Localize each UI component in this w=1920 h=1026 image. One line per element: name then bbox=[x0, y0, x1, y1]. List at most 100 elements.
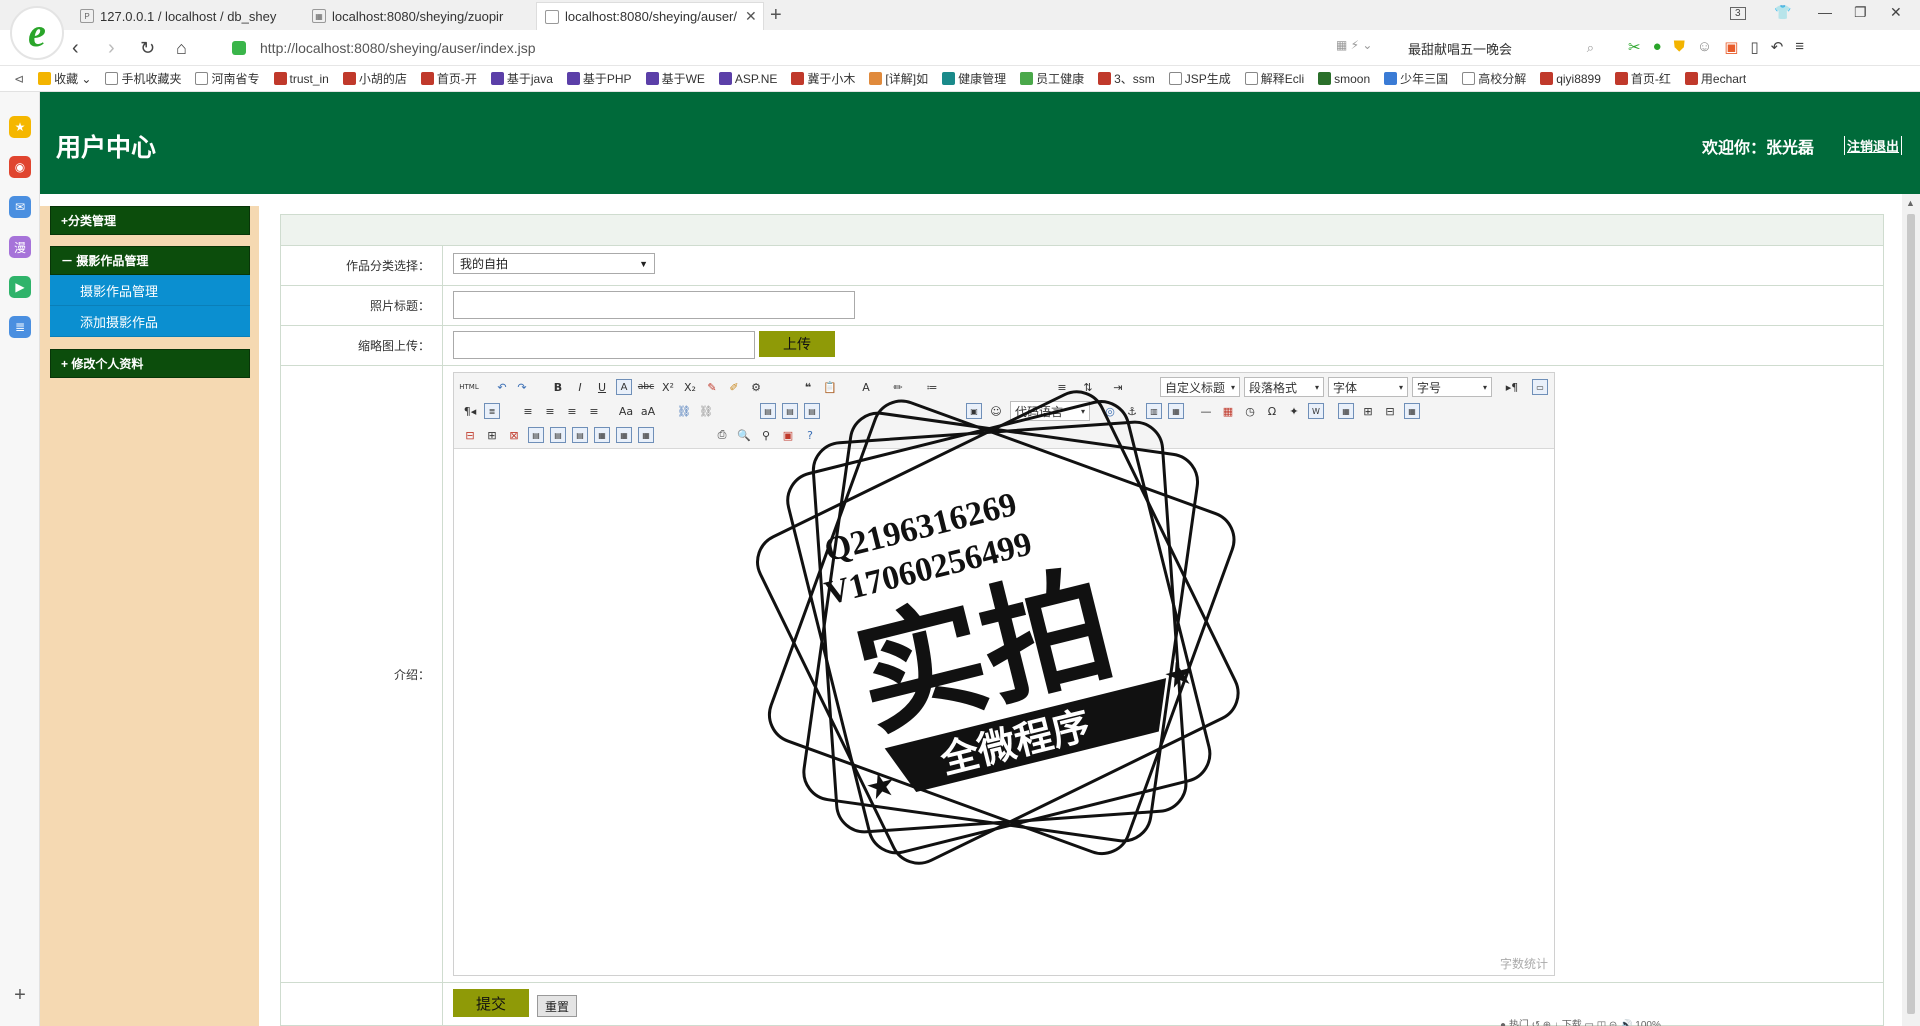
template-icon[interactable]: ▥ bbox=[1146, 403, 1162, 419]
split-cell-icon[interactable]: ▤ bbox=[528, 427, 544, 443]
image-float-icon[interactable]: ▤ bbox=[760, 403, 776, 419]
bookmark-item[interactable]: 手机收藏夹 bbox=[105, 70, 181, 87]
new-tab-button[interactable]: + bbox=[770, 3, 782, 27]
bookmark-item[interactable]: 小胡的店 bbox=[342, 70, 407, 87]
browser-tab-auser[interactable]: localhost:8080/sheying/auser/ ✕ bbox=[536, 2, 764, 30]
insert-row-icon[interactable]: ⊞ bbox=[1360, 403, 1376, 419]
bookmark-item[interactable]: smoon bbox=[1318, 72, 1370, 86]
bookmark-item[interactable]: 冀于小木 bbox=[791, 70, 855, 87]
submit-button[interactable]: 提交 bbox=[453, 989, 529, 1017]
table-props-icon[interactable]: ▦ bbox=[1404, 403, 1420, 419]
restore-icon[interactable]: ❐ bbox=[1854, 4, 1867, 21]
home-icon[interactable]: ⌂ bbox=[176, 36, 187, 60]
close-tab-icon[interactable]: ✕ bbox=[745, 8, 757, 25]
photo-title-input[interactable] bbox=[453, 291, 855, 319]
back-icon[interactable]: ‹ bbox=[72, 36, 79, 60]
format-brush-icon[interactable]: ✐ bbox=[726, 379, 742, 395]
custom-title-combo[interactable]: 自定义标题 ▾ bbox=[1160, 377, 1240, 397]
highlight-icon[interactable]: ✏ bbox=[890, 379, 906, 395]
mail-icon[interactable]: ✉ bbox=[9, 196, 31, 218]
search-icon[interactable]: ⌕ bbox=[1587, 40, 1594, 56]
bookmark-item[interactable]: JSP生成 bbox=[1168, 70, 1231, 87]
bookmark-item[interactable]: 少年三国 bbox=[1384, 70, 1448, 87]
delete-col-icon[interactable]: ⊞ bbox=[484, 427, 500, 443]
insert-col-icon[interactable]: ⊟ bbox=[1382, 403, 1398, 419]
insert-table-icon[interactable]: ▦ bbox=[1338, 403, 1354, 419]
bookmark-item[interactable]: 首页-开 bbox=[420, 70, 477, 87]
font-family-combo[interactable]: 字体 ▾ bbox=[1328, 377, 1408, 397]
editor-content-area[interactable] bbox=[454, 450, 1554, 950]
bookmark-item[interactable]: 首页-红 bbox=[1614, 70, 1671, 87]
notes-icon[interactable]: ≣ bbox=[9, 316, 31, 338]
tab-count-badge[interactable]: 3 bbox=[1730, 7, 1746, 20]
bookmark-item[interactable]: 员工健康 bbox=[1020, 70, 1084, 87]
paragraph-spacing-icon[interactable]: ⇅ bbox=[1080, 379, 1096, 395]
chat-icon[interactable]: ☺ bbox=[1697, 38, 1712, 56]
emoticon-icon[interactable]: ☺ bbox=[988, 403, 1004, 419]
ordered-list-icon[interactable]: ≔ bbox=[924, 379, 940, 395]
html-source-icon[interactable]: HTML bbox=[458, 379, 480, 395]
redo-icon[interactable]: ↷ bbox=[514, 379, 530, 395]
undo-icon[interactable]: ↶ bbox=[494, 379, 510, 395]
bookmark-item[interactable]: trust_in bbox=[273, 72, 329, 86]
close-window-icon[interactable]: ✕ bbox=[1890, 4, 1902, 21]
category-select[interactable]: 我的自拍 ▼ bbox=[453, 253, 655, 274]
bookmark-item[interactable]: qiyi8899 bbox=[1540, 72, 1601, 86]
scroll-thumb[interactable] bbox=[1907, 214, 1915, 1014]
delete-table-icon[interactable]: ▦ bbox=[638, 427, 654, 443]
bookmark-item[interactable]: 收藏 ⌄ bbox=[38, 70, 91, 87]
map-icon[interactable]: ✦ bbox=[1286, 403, 1302, 419]
menu-photo-works[interactable]: － 摄影作品管理 bbox=[50, 246, 250, 275]
rtl-icon[interactable]: ▸¶ bbox=[1504, 379, 1520, 395]
rich-text-editor[interactable]: HTML ↶ ↷ B I U A abc X² X₂ ✎ ✐ ⚙ ❝ 📋 A ✏… bbox=[453, 372, 1555, 976]
bookmark-item[interactable]: 3、ssm bbox=[1098, 70, 1155, 87]
justify-icon[interactable]: ≡ bbox=[586, 403, 602, 419]
auto-format-icon[interactable]: ⚙ bbox=[748, 379, 764, 395]
menu-edit-profile[interactable]: + 修改个人资料 bbox=[50, 349, 250, 378]
ltr-icon[interactable]: ¶◂ bbox=[462, 403, 478, 419]
bookmark-item[interactable]: [详解]如 bbox=[869, 70, 928, 87]
block-icon[interactable]: ≣ bbox=[484, 403, 500, 419]
quote-icon[interactable]: ❝ bbox=[800, 379, 816, 395]
shirt-icon[interactable]: 👕 bbox=[1774, 4, 1791, 21]
scroll-up-icon[interactable]: ▲ bbox=[1906, 198, 1915, 208]
minimize-icon[interactable]: — bbox=[1818, 4, 1832, 20]
bookmark-item[interactable]: ASP.NE bbox=[718, 72, 777, 86]
menu-icon[interactable]: ≡ bbox=[1795, 38, 1804, 56]
subscript-icon[interactable]: X₂ bbox=[682, 379, 698, 395]
fullscreen-icon[interactable]: ▭ bbox=[1532, 379, 1548, 395]
strikethrough-icon[interactable]: abc bbox=[638, 379, 654, 395]
favorites-icon[interactable]: ★ bbox=[9, 116, 31, 138]
logout-link[interactable]: 注销退出 bbox=[1844, 136, 1903, 155]
word-image-icon[interactable]: W bbox=[1308, 403, 1324, 419]
weibo-icon[interactable]: ◉ bbox=[9, 156, 31, 178]
bookmark-item[interactable]: 基于PHP bbox=[566, 70, 632, 87]
shield-icon[interactable]: ⛊ bbox=[1674, 38, 1685, 56]
font-size-combo[interactable]: 字号 ▾ bbox=[1412, 377, 1492, 397]
browser-tab-phpmyadmin[interactable]: P 127.0.0.1 / localhost / db_shey bbox=[72, 2, 298, 30]
print-icon[interactable]: ⎙ bbox=[714, 427, 730, 443]
comic-icon[interactable]: 漫 bbox=[9, 236, 31, 258]
align-left-icon[interactable]: ≡ bbox=[520, 403, 536, 419]
link-icon[interactable]: ⛓ bbox=[676, 403, 692, 419]
merge-cells-icon[interactable]: ⊠ bbox=[506, 427, 522, 443]
code-language-combo[interactable]: 代码语言 ▾ bbox=[1010, 401, 1090, 421]
merge-down-icon[interactable]: ▦ bbox=[616, 427, 632, 443]
date-icon[interactable]: ▦ bbox=[1220, 403, 1236, 419]
bookmark-item[interactable]: 高校分解 bbox=[1462, 70, 1526, 87]
split-rows-icon[interactable]: ▤ bbox=[550, 427, 566, 443]
anchor-icon[interactable]: ⚓ bbox=[1124, 403, 1140, 419]
eraser-icon[interactable]: ✎ bbox=[704, 379, 720, 395]
split-cols-icon[interactable]: ▤ bbox=[572, 427, 588, 443]
underline-icon[interactable]: U bbox=[594, 379, 610, 395]
case-lower-icon[interactable]: aA bbox=[640, 403, 656, 419]
paste-text-icon[interactable]: 📋 bbox=[822, 379, 838, 395]
case-upper-icon[interactable]: Aa bbox=[618, 403, 634, 419]
menu-item-manage-photos[interactable]: 摄影作品管理 bbox=[50, 275, 250, 306]
refresh-icon[interactable]: ↻ bbox=[140, 36, 155, 60]
bookmark-item[interactable]: 解释Ecli bbox=[1244, 70, 1304, 87]
forward-icon[interactable]: › bbox=[108, 36, 115, 60]
time-icon[interactable]: ◷ bbox=[1242, 403, 1258, 419]
thumbnail-input[interactable] bbox=[453, 331, 755, 359]
video-icon[interactable]: ▶ bbox=[9, 276, 31, 298]
